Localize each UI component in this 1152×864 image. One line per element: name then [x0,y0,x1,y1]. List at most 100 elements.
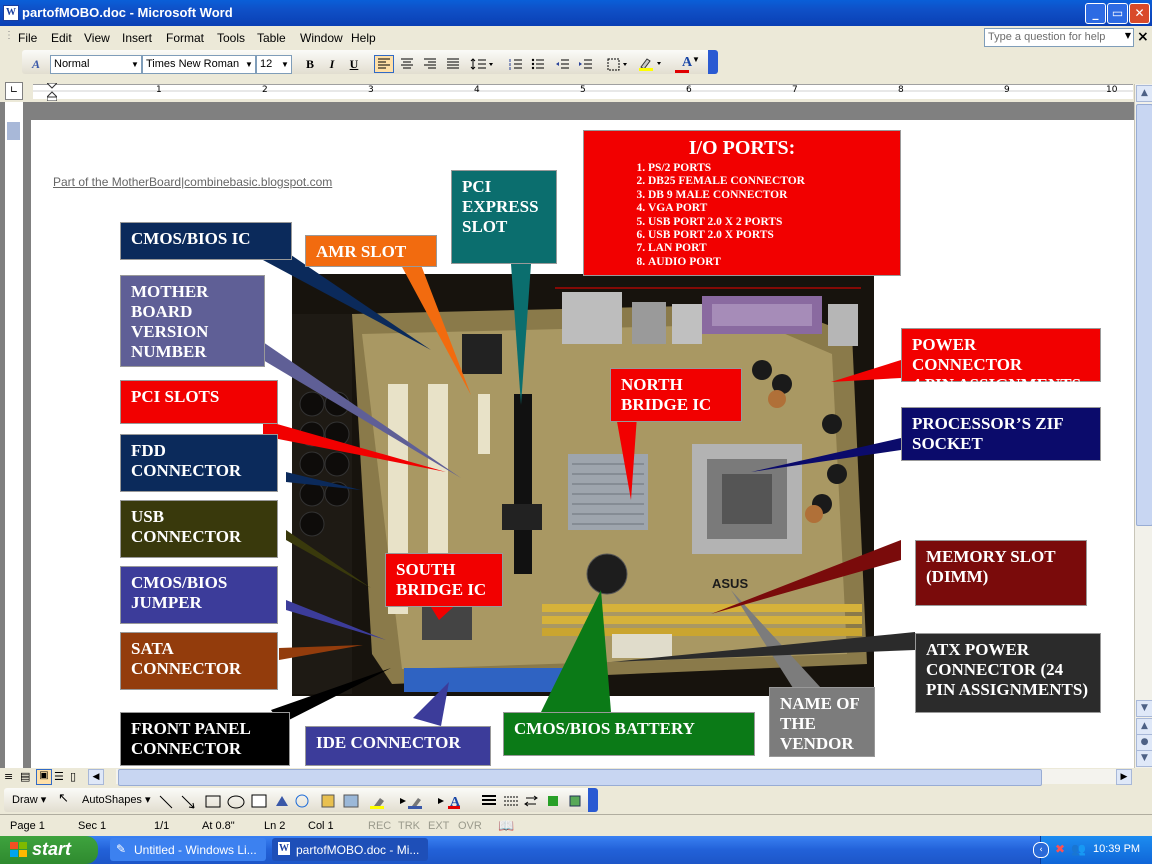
scrollbar-thumb[interactable] [1136,104,1152,526]
status-ext[interactable]: EXT [428,820,449,832]
app-icon: ✎ [116,842,127,856]
align-left-button[interactable] [374,55,394,73]
label-memory-slot: MEMORY SLOT (DIMM) [915,540,1087,606]
ruler-number: 1 [156,85,162,95]
menu-edit[interactable]: Edit [51,31,72,45]
numbering-button[interactable] [506,55,526,73]
toolbar-options-button[interactable] [708,50,718,74]
status-trk[interactable]: TRK [398,820,420,832]
horizontal-scrollbar-thumb[interactable] [118,769,1042,786]
users-icon[interactable]: 👥 [1071,842,1086,856]
drawing-tools-icons[interactable]: A [156,792,596,810]
reading-layout-view-icon[interactable]: ▯ [70,770,76,783]
close-button[interactable]: ✕ [1129,3,1150,24]
menu-view[interactable]: View [84,31,110,45]
indent-markers[interactable] [45,82,59,102]
web-layout-view-icon[interactable]: ▤ [20,770,30,783]
status-rec[interactable]: REC [368,820,391,832]
label-south-bridge-ic: SOUTH BRIDGE IC [385,553,503,607]
toolbar-grip-icon: ⋮ [4,30,14,41]
document-close-button[interactable]: × [1137,29,1149,45]
status-at: At 0.8" [202,820,235,832]
borders-button[interactable] [604,55,632,73]
io-port-item: LAN PORT [648,242,805,255]
font-color-button[interactable]: A ▼ [672,55,702,73]
autoshapes-menu-button[interactable]: AutoShapes ▾ [82,793,151,806]
align-center-button[interactable] [397,55,417,73]
ruler-number: 8 [898,85,904,95]
highlight-button[interactable] [636,55,666,73]
drawing-toolbar-options-button[interactable] [588,788,598,812]
scroll-left-icon[interactable]: ◀ [88,769,104,785]
align-right-button[interactable] [420,55,440,73]
vertical-scrollbar[interactable]: ▲ ▼ ▲ ● ▼ [1134,84,1152,768]
menu-insert[interactable]: Insert [122,31,152,45]
ruler-number: 5 [580,85,586,95]
scroll-right-icon[interactable]: ▶ [1116,769,1132,785]
maximize-button[interactable]: ▭ [1107,3,1128,24]
normal-view-icon[interactable]: ≡ [4,770,13,783]
security-alert-icon[interactable]: ✖ [1055,842,1065,856]
ask-question-input[interactable]: Type a question for help ▼ [984,28,1134,47]
show-hidden-icons-button[interactable]: ‹ [1033,842,1049,858]
justify-button[interactable] [443,55,463,73]
chevron-down-icon: ▼ [245,60,253,69]
menu-help[interactable]: Help [351,31,376,45]
label-processor-zif-socket: PROCESSOR’S ZIF SOCKET [901,407,1101,461]
scroll-up-icon[interactable]: ▲ [1136,85,1152,102]
previous-page-icon[interactable]: ▲ [1136,718,1152,735]
menu-table[interactable]: Table [257,31,286,45]
tab-selector-button[interactable]: ∟ [5,82,23,100]
print-layout-view-icon[interactable]: ▣ [36,769,52,785]
increase-indent-button[interactable] [575,55,595,73]
io-port-item: AUDIO PORT [648,256,805,269]
outline-view-icon[interactable]: ☰ [54,770,64,783]
word-app-icon: W [3,5,19,21]
title-bar: W partofMOBO.doc - Microsoft Word _ ▭ ✕ [0,0,1152,26]
label-pci-slots: PCI SLOTS [120,380,278,424]
scroll-down-icon[interactable]: ▼ [1136,700,1152,717]
io-port-item: DB 9 MALE CONNECTOR [648,189,805,202]
status-ovr[interactable]: OVR [458,820,482,832]
taskbar-item-windows-live[interactable]: ✎ Untitled - Windows Li... [110,838,266,861]
start-button[interactable]: start [0,836,98,864]
underline-button[interactable]: U [344,55,364,73]
menu-file[interactable]: File [18,31,37,45]
decrease-indent-button[interactable] [552,55,572,73]
chevron-down-icon: ▼ [1124,31,1131,40]
label-sata-connector: SATA CONNECTOR [120,632,278,690]
io-ports-box: I/O PORTS: PS/2 PORTS DB25 FEMALE CONNEC… [583,130,901,276]
draw-menu-button[interactable]: Draw ▾ [12,793,46,806]
drawing-toolbar: Draw ▾ ↖ AutoShapes ▾ A [0,786,1152,814]
menu-window[interactable]: Window [300,31,343,45]
menu-format[interactable]: Format [166,31,204,45]
io-port-item: VGA PORT [648,202,805,215]
style-select[interactable]: Normal ▼ [50,55,142,74]
bullets-button[interactable] [528,55,548,73]
select-objects-icon[interactable]: ↖ [58,791,69,806]
window-title: partofMOBO.doc - Microsoft Word [22,5,233,20]
bold-button[interactable]: B [300,55,320,73]
label-north-bridge-ic: NORTH BRIDGE IC [610,368,742,422]
menu-bar: ⋮ File Edit View Insert Format Tools Tab… [0,26,1152,48]
io-port-item: PS/2 PORTS [648,162,805,175]
select-browse-object-icon[interactable]: ● [1136,734,1152,751]
io-port-item: DB25 FEMALE CONNECTOR [648,175,805,188]
io-ports-list: PS/2 PORTS DB25 FEMALE CONNECTOR DB 9 MA… [620,162,805,269]
io-port-item: USB PORT 2.0 X 2 PORTS [648,216,805,229]
menu-tools[interactable]: Tools [217,31,245,45]
font-select[interactable]: Times New Roman ▼ [142,55,256,74]
font-size-select[interactable]: 12 ▼ [256,55,292,74]
spelling-status-icon[interactable]: 📖 [498,818,514,834]
font-size-value: 12 [260,58,273,70]
styles-pane-icon[interactable]: A [26,55,46,73]
windows-logo-icon [10,842,27,857]
io-ports-title: I/O PORTS: [688,137,796,159]
document-page[interactable]: Part of the MotherBoard|combinebasic.blo… [31,120,1134,768]
next-page-icon[interactable]: ▼ [1136,750,1152,767]
line-spacing-button[interactable] [468,55,496,73]
label-atx-power-connector: ATX POWER CONNECTOR (24 PIN ASSIGNMENTS) [915,633,1101,713]
italic-button[interactable]: I [322,55,342,73]
minimize-button[interactable]: _ [1085,3,1106,24]
taskbar-item-word[interactable]: W partofMOBO.doc - Mi... [272,838,428,861]
